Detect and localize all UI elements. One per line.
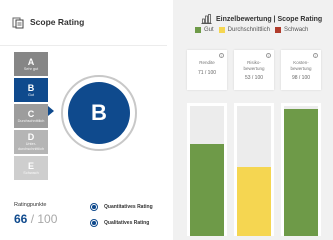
bar-fill [190,143,224,236]
rating-item-b[interactable]: B Gut [14,78,48,102]
score-card-risiko: i Risiko- bewertung 53 / 100 [234,50,274,90]
card-title: Risiko- bewertung [243,60,265,71]
card-value: 53 / 100 [244,75,264,81]
legend-item-average: Durchschnittlich [218,27,271,33]
bar-track [284,106,318,236]
score-bar-kosten [281,103,321,236]
scope-rating-panel: Scope Rating A Sehr gut B Gut C Durchsch… [0,0,167,240]
card-title: Kosten- bewertung [290,60,312,71]
selected-rating-badge: B [68,82,130,144]
score-bar-rendite [187,103,227,236]
document-icon [12,17,24,29]
bar-chart-icon [201,14,212,24]
legend: Gut Durchschnittlich Schwach [195,27,313,33]
legend-swatch [275,27,282,33]
rating-letter: D [27,132,35,142]
legend-label: Gut [204,27,214,33]
qualitative-rating-radio[interactable]: Qualitatives Rating [90,219,149,227]
card-title: Rendite [199,60,215,65]
info-icon[interactable]: i [313,53,318,58]
info-icon[interactable]: i [219,53,224,58]
rating-scale: A Sehr gut B Gut C Durchschnittlich D Un… [14,52,48,182]
rating-item-a[interactable]: A Sehr gut [14,52,48,76]
legend-swatch [218,27,225,33]
single-rating-title: Einzelbewertung | Scope Rating [216,15,323,23]
card-value: 71 / 100 [197,69,217,76]
radio-icon[interactable] [90,203,98,211]
rating-sub-label: Schwach [23,170,39,175]
single-rating-header: Einzelbewertung | Scope Rating [201,14,322,24]
selection-pointer-icon [48,106,54,116]
bar-fill [237,167,271,236]
rating-sub-label: Sehr gut [23,66,39,71]
bar-track [237,106,271,236]
rating-sub-label: Durchschnittlich [17,118,45,123]
score-card-kosten: i Kosten- bewertung 98 / 100 [281,50,321,90]
rating-letter: A [27,56,35,67]
rating-item-c[interactable]: C Durchschnittlich [14,104,48,128]
score-card-rendite: i Rendite 71 / 100 [187,50,227,90]
selected-rating-ring: B [61,75,137,151]
bar-fill [284,108,318,236]
rating-item-e[interactable]: E Schwach [14,156,48,180]
panel-header: Scope Rating [0,0,167,46]
single-rating-panel: Einzelbewertung | Scope Rating Gut Durch… [173,0,333,240]
legend-label: Schwach [284,27,309,33]
rating-letter: C [27,108,35,119]
legend-item-weak: Schwach [275,27,308,33]
points-score: 66 [14,212,28,226]
points-max: / 100 [30,212,58,226]
quantitative-rating-radio[interactable]: Quantitatives Rating [90,203,153,211]
legend-item-good: Gut [195,27,214,33]
radio-label: Qualitatives Rating [104,220,150,226]
card-value: 98 / 100 [291,75,311,81]
page-title: Scope Rating [30,17,85,27]
rating-letter: E [27,160,34,171]
radio-icon[interactable] [90,219,98,227]
legend-swatch [195,27,201,33]
rating-sub-label: Unter- durchschnittlich [17,142,45,151]
score-bar-risiko [234,103,274,236]
legend-label: Durchschnittlich [227,27,271,33]
rating-item-d[interactable]: D Unter- durchschnittlich [14,130,48,154]
radio-label: Quantitatives Rating [104,204,153,210]
rating-sub-label: Gut [27,92,35,97]
bar-track [190,106,224,236]
points-value: 66 / 100 [14,212,57,226]
points-label: Ratingpunkte [14,202,47,208]
info-icon[interactable]: i [266,53,271,58]
rating-letter: B [27,82,35,93]
